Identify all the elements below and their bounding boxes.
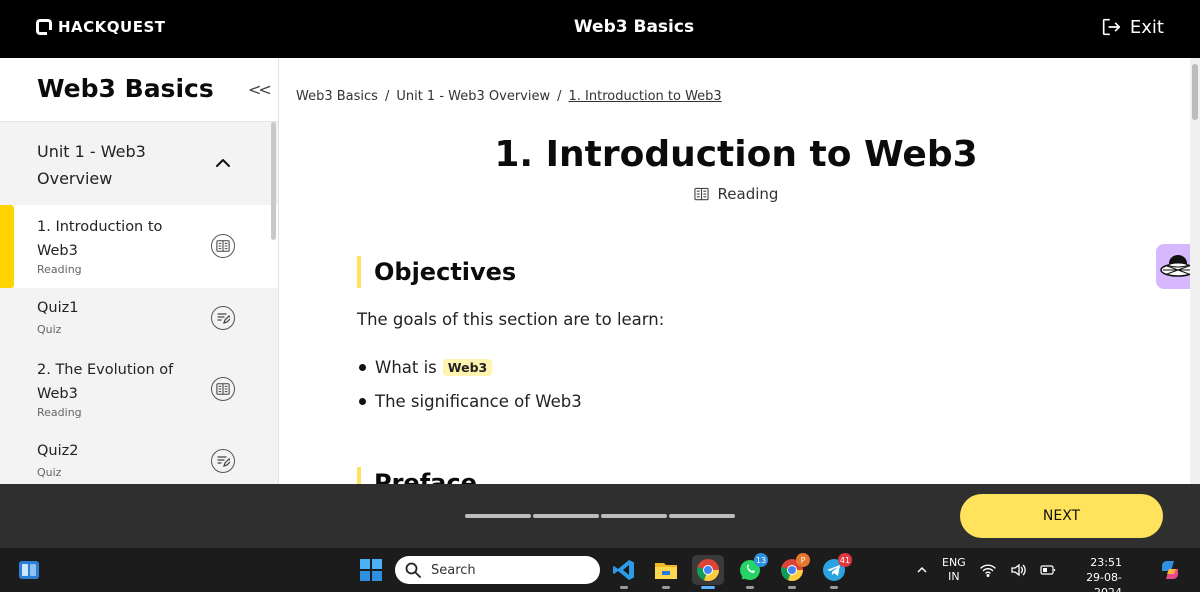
- lesson-type: Reading: [37, 406, 82, 419]
- chevron-up-icon[interactable]: [916, 564, 928, 576]
- search-placeholder: Search: [431, 562, 476, 578]
- breadcrumb-unit[interactable]: Unit 1 - Web3 Overview: [396, 89, 550, 104]
- page-title: 1. Introduction to Web3: [494, 134, 978, 175]
- wifi-icon[interactable]: [980, 563, 996, 577]
- book-icon: [693, 187, 709, 201]
- quiz-edit-icon: [211, 306, 235, 330]
- breadcrumb-current[interactable]: 1. Introduction to Web3: [569, 89, 722, 104]
- lesson-title: Quiz2: [37, 443, 79, 459]
- lesson-footer: NEXT: [0, 484, 1200, 548]
- section-heading-preface: Preface: [357, 467, 477, 484]
- widgets-icon[interactable]: [18, 560, 40, 580]
- language-code: ENG: [942, 556, 966, 569]
- search-icon: [405, 562, 421, 578]
- running-indicator: [620, 586, 628, 589]
- progress-segment: [533, 514, 599, 518]
- clock-date: 29-08-2024: [1086, 571, 1122, 592]
- system-tray: ENG IN: [916, 555, 1056, 585]
- breadcrumb: Web3 Basics / Unit 1 - Web3 Overview / 1…: [296, 89, 722, 104]
- file-explorer-icon[interactable]: [650, 555, 682, 589]
- objectives-list: What is Web3 The significance of Web3: [357, 350, 582, 418]
- book-icon: [211, 234, 235, 258]
- lesson-type: Quiz: [37, 323, 62, 336]
- bullet-text: What is: [375, 357, 437, 377]
- taskbar-apps: 13 P 41: [608, 553, 852, 589]
- chrome-icon[interactable]: [692, 555, 724, 589]
- lesson-title: 1. Introduction to Web3: [37, 219, 163, 259]
- collapse-sidebar-icon[interactable]: <<: [248, 80, 272, 99]
- lesson-content: Web3 Basics / Unit 1 - Web3 Overview / 1…: [280, 58, 1200, 484]
- notification-badge: 13: [754, 553, 768, 567]
- lesson-title: Quiz1: [37, 300, 79, 316]
- breadcrumb-separator: /: [557, 89, 562, 104]
- sidebar-title: Web3 Basics: [37, 74, 214, 103]
- inline-code-chip: Web3: [442, 358, 493, 376]
- sidebar-item-quiz1[interactable]: Quiz1 Quiz: [0, 288, 278, 348]
- sidebar-scrollbar[interactable]: [271, 122, 276, 240]
- exit-label: Exit: [1129, 16, 1164, 38]
- clock-time: 23:51: [1090, 556, 1122, 569]
- region-code: IN: [948, 570, 960, 583]
- course-sidebar: Web3 Basics << Unit 1 - Web3 Overview 1.…: [0, 58, 279, 484]
- sidebar-header: Web3 Basics <<: [0, 58, 278, 122]
- running-indicator: [662, 586, 670, 589]
- volume-icon[interactable]: [1010, 563, 1026, 577]
- progress-segment: [465, 514, 531, 518]
- notification-badge: 41: [838, 553, 852, 567]
- objectives-intro: The goals of this section are to learn:: [357, 310, 665, 329]
- quiz-edit-icon: [211, 449, 235, 473]
- taskbar-search[interactable]: Search: [395, 556, 600, 584]
- list-item: What is Web3: [357, 350, 582, 384]
- windows-start-icon[interactable]: [360, 559, 382, 581]
- content-scrollbar[interactable]: [1190, 58, 1200, 484]
- progress-segment: [669, 514, 735, 518]
- breadcrumb-separator: /: [384, 89, 390, 104]
- next-button[interactable]: NEXT: [960, 494, 1163, 538]
- lesson-title: 2. The Evolution of Web3: [37, 362, 174, 402]
- list-item: The significance of Web3: [357, 384, 582, 418]
- running-indicator: [830, 586, 838, 589]
- battery-icon[interactable]: [1040, 565, 1056, 575]
- os-taskbar: Search 13 P 41 ENG IN 23:51 29-08-: [0, 548, 1200, 592]
- sidebar-item-introduction-to-web3[interactable]: 1. Introduction to Web3 Reading: [0, 205, 278, 288]
- content-type-label: Reading: [717, 185, 779, 203]
- profile-badge: P: [796, 553, 810, 567]
- chevron-up-icon: [216, 159, 230, 167]
- exit-button[interactable]: Exit: [1100, 16, 1164, 38]
- lesson-type: Reading: [37, 263, 82, 276]
- exit-icon: [1102, 18, 1120, 36]
- unit-header[interactable]: Unit 1 - Web3 Overview: [0, 122, 278, 205]
- vscode-icon[interactable]: [608, 555, 640, 589]
- unit-label: Unit 1 - Web3 Overview: [37, 142, 146, 188]
- copilot-icon[interactable]: [1158, 558, 1182, 582]
- progress-segment: [601, 514, 667, 518]
- language-indicator[interactable]: ENG IN: [942, 556, 966, 584]
- bullet-text: The significance of Web3: [375, 391, 582, 411]
- sidebar-item-evolution-of-web3[interactable]: 2. The Evolution of Web3 Reading: [0, 348, 278, 431]
- whatsapp-icon[interactable]: 13: [734, 553, 768, 589]
- running-indicator: [746, 586, 754, 589]
- running-indicator: [701, 586, 715, 589]
- sidebar-item-quiz2[interactable]: Quiz2 Quiz: [0, 431, 278, 484]
- progress-indicator: [465, 514, 735, 518]
- clock[interactable]: 23:51 29-08-2024: [1062, 555, 1122, 592]
- chrome-profile-icon[interactable]: P: [776, 553, 810, 589]
- breadcrumb-course[interactable]: Web3 Basics: [296, 89, 378, 104]
- section-heading-objectives: Objectives: [357, 256, 516, 288]
- book-icon: [211, 377, 235, 401]
- content-type-tag: Reading: [280, 185, 1192, 203]
- telegram-icon[interactable]: 41: [818, 553, 852, 589]
- running-indicator: [788, 586, 796, 589]
- top-bar: HACKQUEST Web3 Basics Exit: [0, 0, 1200, 58]
- lesson-type: Quiz: [37, 466, 62, 479]
- course-title: Web3 Basics: [573, 17, 695, 37]
